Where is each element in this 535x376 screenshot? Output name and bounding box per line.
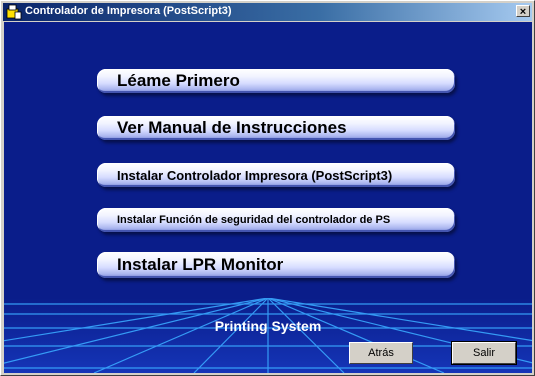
close-icon: ×	[519, 6, 527, 18]
title-bar[interactable]: Controlador de Impresora (PostScript3) ×	[3, 3, 532, 21]
exit-button[interactable]: Salir	[451, 341, 517, 365]
back-button[interactable]: Atrás	[349, 342, 413, 364]
close-button[interactable]: ×	[516, 5, 530, 18]
content-area: Léame Primero Ver Manual de Instruccione…	[4, 22, 532, 373]
install-driver-button[interactable]: Instalar Controlador Impresora (PostScri…	[97, 163, 455, 187]
view-manual-button[interactable]: Ver Manual de Instrucciones	[97, 116, 455, 140]
printer-app-icon	[6, 4, 22, 20]
install-lpr-monitor-button[interactable]: Instalar LPR Monitor	[97, 252, 455, 278]
printing-system-label: Printing System	[214, 318, 322, 334]
install-security-button[interactable]: Instalar Función de seguridad del contro…	[97, 208, 455, 232]
readme-button[interactable]: Léame Primero	[97, 69, 455, 93]
window-title: Controlador de Impresora (PostScript3)	[25, 5, 232, 17]
installer-window: Controlador de Impresora (PostScript3) ×…	[0, 0, 535, 376]
